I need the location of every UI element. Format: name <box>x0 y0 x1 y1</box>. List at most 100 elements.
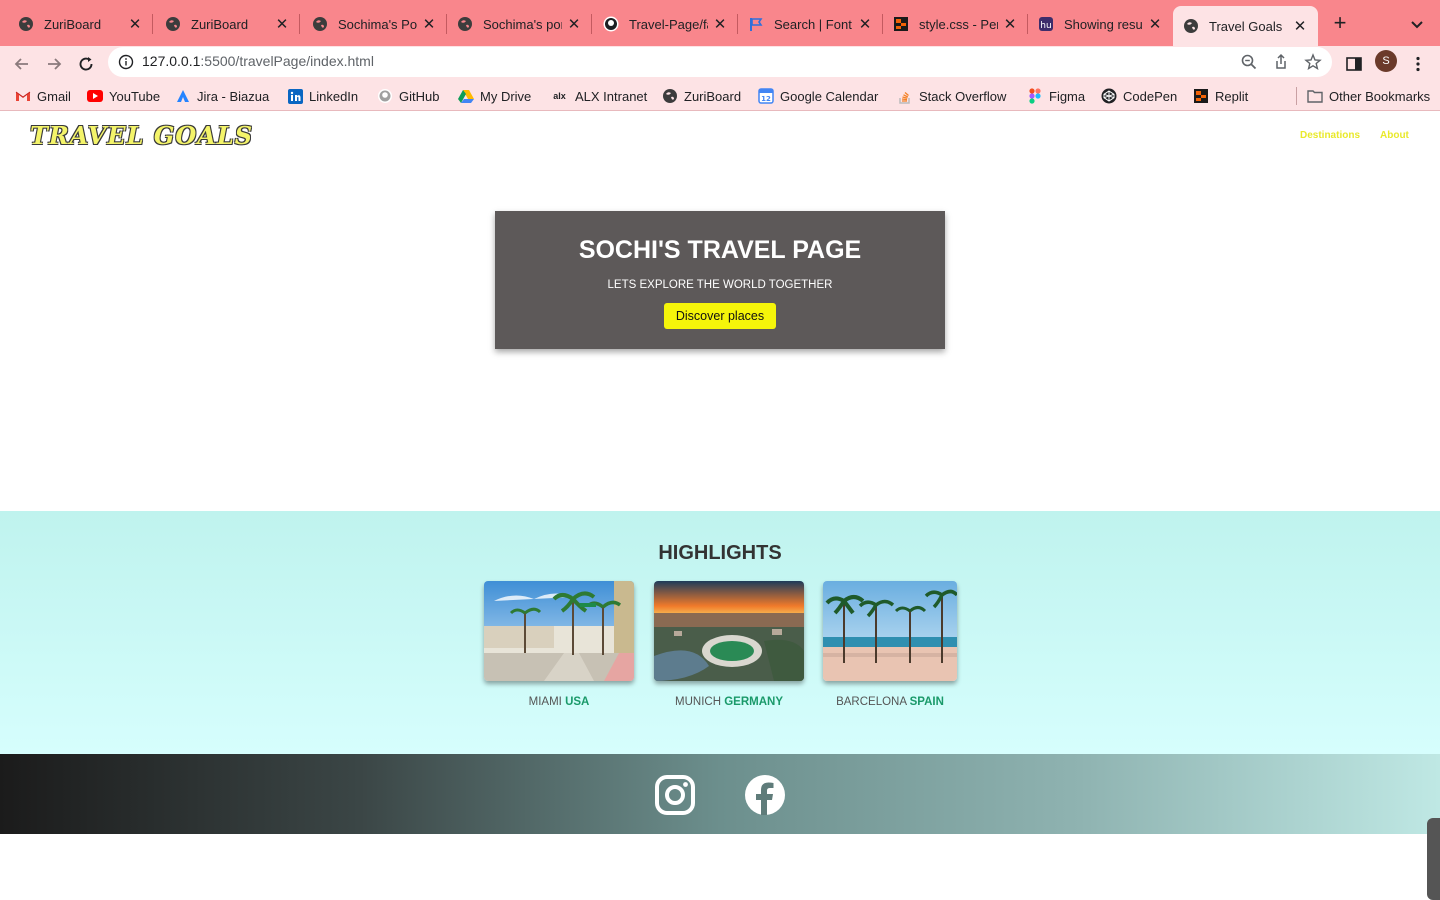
tab-zuriboard-2[interactable]: ZuriBoard ✕ <box>155 6 300 42</box>
folder-icon <box>1307 88 1323 104</box>
tab-showing-results[interactable]: hu Showing resul ✕ <box>1028 6 1173 42</box>
country-name: SPAIN <box>909 696 944 708</box>
bookmark-label: ALX Intranet <box>575 88 648 104</box>
highlight-card-barcelona[interactable]: BARCELONA SPAIN <box>823 581 957 708</box>
bookmark-label: CodePen <box>1123 88 1178 104</box>
arrow-right-icon <box>48 58 62 70</box>
globe-icon <box>1183 18 1199 34</box>
url-path: :5500/travelPage/index.html <box>200 53 374 69</box>
svg-text:hu: hu <box>1040 21 1051 31</box>
close-icon[interactable]: ✕ <box>1147 15 1163 33</box>
alx-icon: alx <box>553 91 566 101</box>
tab-title: Showing resul <box>1064 16 1143 32</box>
replit-icon <box>893 16 909 32</box>
zoom-icon[interactable] <box>1240 53 1258 71</box>
share-icon[interactable] <box>1272 53 1290 71</box>
jira-icon <box>175 88 191 104</box>
close-icon[interactable]: ✕ <box>857 15 873 33</box>
bookmarks-separator <box>1296 87 1297 105</box>
hu-icon: hu <box>1038 16 1054 32</box>
github-icon <box>603 16 619 32</box>
reload-icon <box>79 57 93 71</box>
instagram-icon[interactable] <box>655 775 695 815</box>
nav-about[interactable]: About <box>1380 130 1409 141</box>
bookmark-label: Replit <box>1215 88 1249 104</box>
close-icon[interactable]: ✕ <box>1002 15 1018 33</box>
discover-places-button[interactable]: Discover places <box>664 303 776 329</box>
bookmark-stack-overflow[interactable]: Stack Overflow <box>897 86 1006 106</box>
tab-separator <box>591 14 592 34</box>
bookmark-figma[interactable]: Figma <box>1027 86 1085 106</box>
globe-icon <box>18 16 34 32</box>
bookmark-my-drive[interactable]: My Drive <box>458 86 531 106</box>
close-icon[interactable]: ✕ <box>274 15 290 33</box>
web-page: TRAVEL GOALS Destinations About SOCHI'S … <box>0 111 1440 900</box>
hero-card: SOCHI'S TRAVEL PAGE LETS EXPLORE THE WOR… <box>495 211 945 349</box>
tab-separator <box>299 14 300 34</box>
city-name: MIAMI <box>528 696 562 708</box>
bookmark-youtube[interactable]: YouTube <box>87 86 160 106</box>
close-icon[interactable]: ✕ <box>1292 17 1308 35</box>
reload-button[interactable] <box>72 50 100 78</box>
tab-github-travel-page[interactable]: Travel-Page/fa ✕ <box>593 6 738 42</box>
star-icon[interactable] <box>1304 53 1322 71</box>
close-icon[interactable]: ✕ <box>421 15 437 33</box>
bookmark-label: LinkedIn <box>309 88 359 104</box>
tab-travel-goals[interactable]: Travel Goals ✕ <box>1173 6 1318 46</box>
tab-title: Travel-Page/fa <box>629 16 708 32</box>
bookmark-label: My Drive <box>480 88 532 104</box>
city-name: BARCELONA <box>836 696 907 708</box>
bookmark-replit[interactable]: Replit <box>1193 86 1248 106</box>
bookmark-label: YouTube <box>109 88 161 104</box>
close-icon[interactable]: ✕ <box>566 15 582 33</box>
site-logo[interactable]: TRAVEL GOALS <box>30 121 253 150</box>
highlight-card-miami[interactable]: MIAMI USA <box>484 581 634 708</box>
bookmark-label: Stack Overflow <box>919 88 1007 104</box>
drive-icon <box>458 88 474 104</box>
close-icon[interactable]: ✕ <box>712 15 728 33</box>
chevron-down-icon[interactable] <box>1406 14 1428 36</box>
facebook-icon[interactable] <box>745 775 785 815</box>
bookmark-label: Jira - Biazua <box>197 88 270 104</box>
new-tab-button[interactable]: + <box>1328 12 1352 36</box>
back-button[interactable] <box>8 50 36 78</box>
profile-avatar[interactable]: S <box>1375 50 1397 72</box>
address-bar[interactable]: 127.0.0.1:5500/travelPage/index.html <box>108 47 1332 77</box>
bookmark-linkedin[interactable]: LinkedIn <box>287 86 358 106</box>
tab-title: style.css - Per <box>919 16 998 32</box>
info-icon[interactable] <box>118 54 134 70</box>
nav-destinations[interactable]: Destinations <box>1300 130 1360 141</box>
bookmark-jira[interactable]: Jira - Biazua <box>175 86 269 106</box>
bookmark-alx-intranet[interactable]: alx ALX Intranet <box>550 86 647 106</box>
country-name: GERMANY <box>724 696 783 708</box>
tab-sochimas-portfolio-2[interactable]: Sochima's por ✕ <box>447 6 592 42</box>
forward-button[interactable] <box>40 50 68 78</box>
bookmark-google-calendar[interactable]: 12 Google Calendar <box>758 86 878 106</box>
more-menu-icon[interactable] <box>1405 51 1431 77</box>
bookmark-github[interactable]: GitHub <box>377 86 439 106</box>
scrollbar-thumb[interactable] <box>1427 818 1440 900</box>
bookmark-label: Gmail <box>37 88 71 104</box>
linkedin-icon <box>287 88 303 104</box>
highlight-card-munich[interactable]: MUNICH GERMANY <box>654 581 804 708</box>
bookmark-zuriboard[interactable]: ZuriBoard <box>662 86 741 106</box>
tab-sochimas-portfolio-1[interactable]: Sochima's Por ✕ <box>302 6 447 42</box>
tab-style-css[interactable]: style.css - Per ✕ <box>883 6 1028 42</box>
side-panel-icon[interactable] <box>1341 51 1367 77</box>
bookmark-label: ZuriBoard <box>684 88 742 104</box>
calendar-icon: 12 <box>758 88 774 104</box>
miami-photo[interactable] <box>484 581 634 681</box>
youtube-icon <box>87 88 103 104</box>
bookmark-gmail[interactable]: Gmail <box>15 86 71 106</box>
munich-photo[interactable] <box>654 581 804 681</box>
barcelona-photo[interactable] <box>823 581 957 681</box>
tab-font-awesome-search[interactable]: Search | Font ✕ <box>738 6 883 42</box>
bookmark-other-bookmarks[interactable]: Other Bookmarks <box>1307 86 1430 106</box>
close-icon[interactable]: ✕ <box>127 15 143 33</box>
highlights-section: HIGHLIGHTS MIAMI USA MUNICH GERMANY BARC… <box>0 511 1440 754</box>
tab-zuriboard-1[interactable]: ZuriBoard ✕ <box>8 6 153 42</box>
url-host: 127.0.0.1 <box>142 53 201 69</box>
bookmarks-bar: Gmail YouTube Jira - Biazua LinkedIn Git… <box>0 82 1440 111</box>
bookmark-codepen[interactable]: CodePen <box>1101 86 1177 106</box>
globe-icon <box>662 88 678 104</box>
